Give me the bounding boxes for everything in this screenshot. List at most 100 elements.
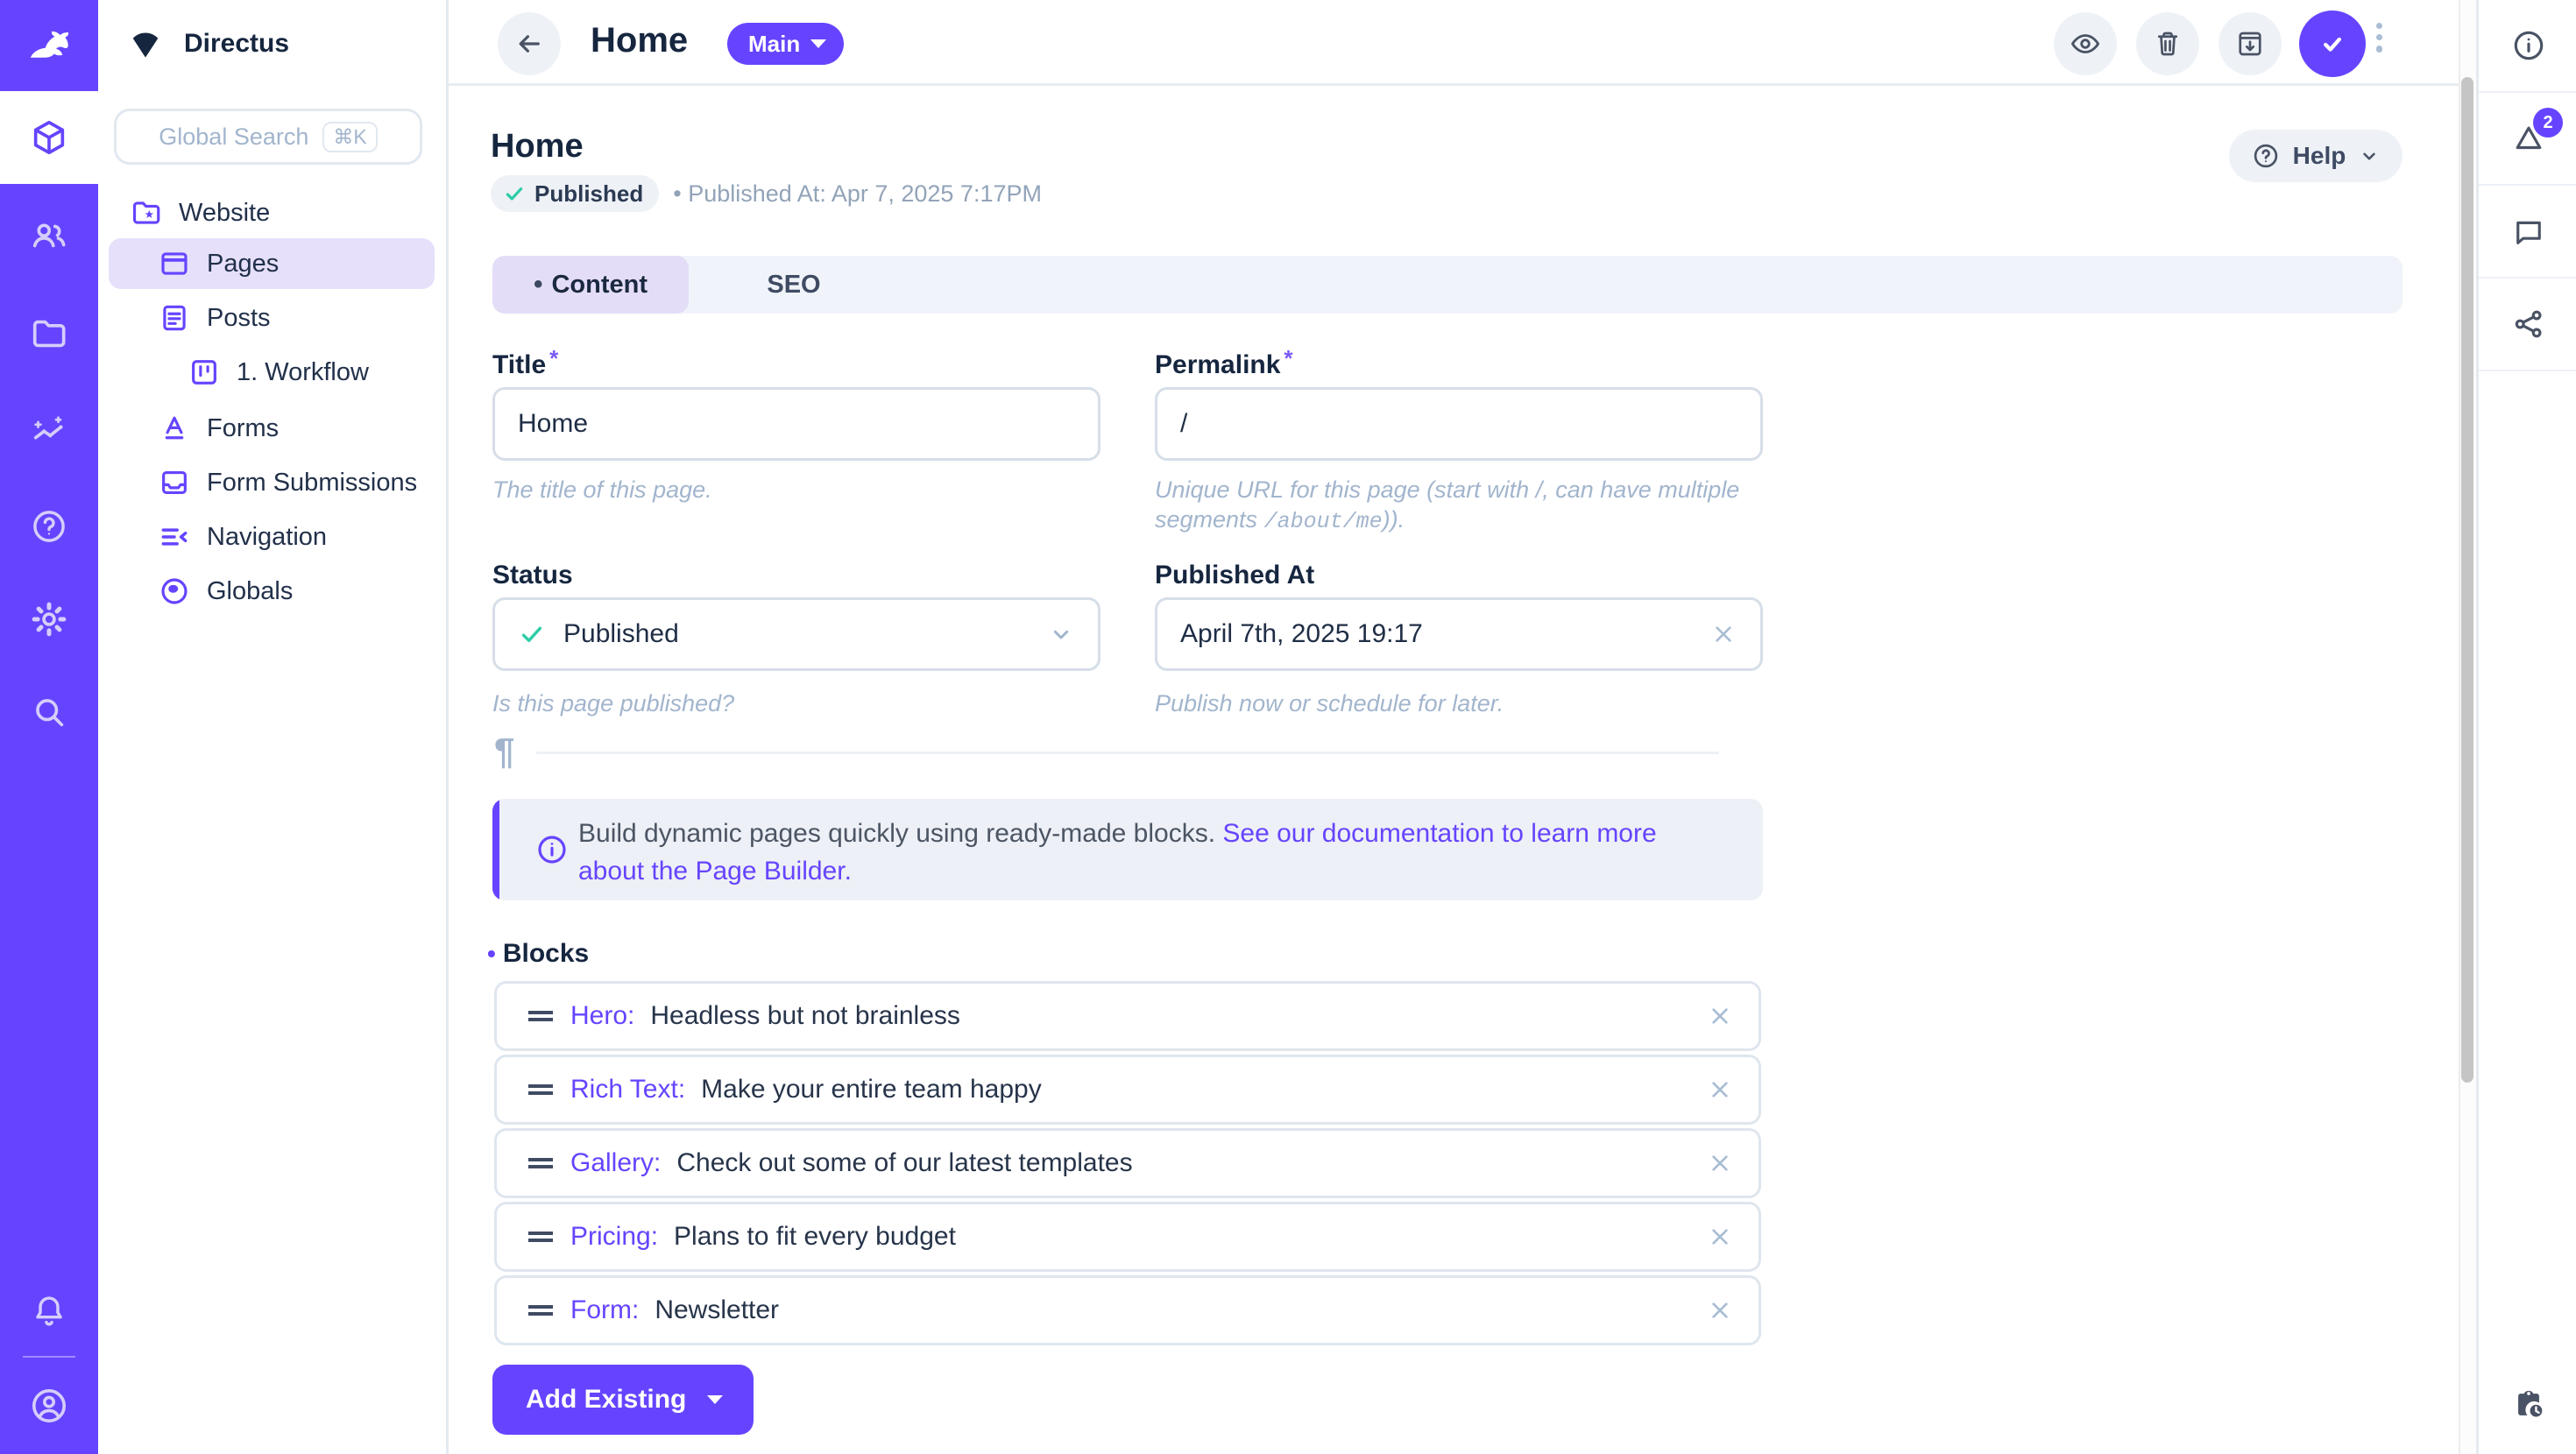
version-label: Main <box>748 31 800 58</box>
archive-button[interactable] <box>2219 12 2282 75</box>
published-at-value: April 7th, 2025 19:17 <box>1180 619 1423 649</box>
status-select-value: Published <box>563 619 679 649</box>
back-button[interactable] <box>498 12 561 75</box>
banner-accent-bar <box>492 799 499 900</box>
archive-box-icon <box>2234 28 2266 60</box>
module-files[interactable] <box>0 287 98 380</box>
project-fan-icon <box>126 25 165 63</box>
module-settings[interactable] <box>0 573 98 666</box>
page-content: Home Published • Published At: Apr 7, 20… <box>449 86 2459 1454</box>
delete-button[interactable] <box>2136 12 2199 75</box>
flows-activity-button[interactable] <box>2479 1359 2576 1450</box>
drag-handle-icon[interactable] <box>528 1305 553 1316</box>
module-help[interactable] <box>0 480 98 573</box>
arrow-left-icon <box>513 27 546 60</box>
shares-panel-button[interactable] <box>2479 279 2576 370</box>
notifications-bell[interactable] <box>0 1265 98 1358</box>
preview-button[interactable] <box>2054 12 2117 75</box>
block-type: Gallery: <box>570 1148 661 1178</box>
workflow-board-icon <box>188 356 221 389</box>
search-shortcut-kbd: ⌘K <box>322 122 377 152</box>
status-select[interactable]: Published <box>492 597 1100 671</box>
remove-x-icon[interactable] <box>1706 1076 1734 1104</box>
module-insights[interactable] <box>0 385 98 478</box>
drag-handle-icon[interactable] <box>528 1158 553 1168</box>
block-row-gallery[interactable]: Gallery: Check out some of our latest te… <box>494 1128 1761 1198</box>
page-header: Home Main <box>449 0 2459 86</box>
notification-count-badge: 2 <box>2533 108 2563 138</box>
block-title: Check out some of our latest templates <box>676 1148 1132 1178</box>
remove-x-icon[interactable] <box>1706 1223 1734 1251</box>
status-field-label: Status <box>492 561 573 590</box>
block-title: Newsletter <box>655 1295 779 1325</box>
modulebar-divider <box>23 1356 75 1358</box>
block-title: Plans to fit every budget <box>674 1222 956 1252</box>
remove-x-icon[interactable] <box>1706 1296 1734 1324</box>
module-content[interactable] <box>0 91 98 184</box>
project-switcher[interactable]: Directus <box>126 21 289 67</box>
user-account-avatar[interactable] <box>0 1359 98 1452</box>
edited-dot: • <box>487 940 496 968</box>
scrollbar-thumb[interactable] <box>2461 77 2473 1083</box>
global-search-input[interactable]: Global Search ⌘K <box>114 109 422 165</box>
published-at-field-note: Publish now or schedule for later. <box>1155 688 1504 718</box>
search-icon <box>29 692 69 732</box>
tab-seo[interactable]: SEO <box>689 256 899 314</box>
tab-content[interactable]: • Content <box>492 256 689 314</box>
drag-handle-icon[interactable] <box>528 1084 553 1095</box>
caret-down-icon <box>707 1395 723 1404</box>
save-button[interactable] <box>2299 11 2366 77</box>
sidebar-divider <box>2479 370 2576 371</box>
permalink-field-input[interactable]: / <box>1155 387 1763 461</box>
more-options-button[interactable] <box>2376 23 2382 53</box>
permalink-note-code: /about/me <box>1264 509 1383 534</box>
directus-logo[interactable] <box>0 0 98 91</box>
clear-x-icon[interactable] <box>1709 620 1737 648</box>
status-badge: Published <box>491 175 659 212</box>
gear-icon <box>29 599 69 639</box>
block-type: Form: <box>570 1295 639 1325</box>
header-title: Home <box>591 21 688 60</box>
remove-x-icon[interactable] <box>1706 1002 1734 1030</box>
trash-icon <box>2152 28 2183 60</box>
content-cube-icon <box>29 117 69 158</box>
nav-item-label: Navigation <box>207 523 327 552</box>
title-field-input[interactable]: Home <box>492 387 1100 461</box>
right-sidebar: 2 <box>2476 0 2576 1454</box>
page-title: Home <box>491 128 584 166</box>
remove-x-icon[interactable] <box>1706 1149 1734 1177</box>
block-row-form[interactable]: Form: Newsletter <box>494 1275 1761 1345</box>
block-row-pricing[interactable]: Pricing: Plans to fit every budget <box>494 1202 1761 1272</box>
editor-divider <box>536 752 1719 754</box>
module-users[interactable] <box>0 189 98 282</box>
revisions-panel-button[interactable]: 2 <box>2479 93 2576 184</box>
account-circle-icon <box>28 1385 70 1427</box>
info-icon <box>2510 27 2547 64</box>
block-type: Hero: <box>570 1001 634 1031</box>
version-dropdown[interactable]: Main <box>727 23 844 65</box>
rabbit-icon <box>23 19 75 72</box>
drag-handle-icon[interactable] <box>528 1232 553 1242</box>
pages-window-icon <box>158 247 191 280</box>
tab-seo-label: SEO <box>767 271 820 300</box>
comments-panel-button[interactable] <box>2479 186 2576 277</box>
add-existing-button[interactable]: Add Existing <box>492 1365 754 1435</box>
module-search[interactable] <box>0 666 98 759</box>
nav-sidebar: Directus Global Search ⌘K Website Pages <box>98 0 449 1454</box>
share-icon <box>2510 306 2547 342</box>
block-title: Make your entire team happy <box>701 1075 1042 1105</box>
drag-handle-icon[interactable] <box>528 1011 553 1021</box>
banner-text: Build dynamic pages quickly using ready-… <box>578 815 1717 890</box>
info-icon <box>534 832 570 867</box>
info-panel-button[interactable] <box>2479 0 2576 91</box>
nav-list-icon <box>158 520 191 554</box>
tab-content-label: Content <box>551 271 648 300</box>
block-row-hero[interactable]: Hero: Headless but not brainless <box>494 981 1761 1051</box>
help-button[interactable]: Help <box>2229 130 2403 182</box>
search-placeholder: Global Search <box>159 124 308 151</box>
block-row-richtext[interactable]: Rich Text: Make your entire team happy <box>494 1055 1761 1125</box>
nav-item-label: Form Submissions <box>207 469 417 498</box>
nav-item-label: Posts <box>207 304 271 333</box>
published-at-input[interactable]: April 7th, 2025 19:17 <box>1155 597 1763 671</box>
project-name: Directus <box>184 29 289 59</box>
